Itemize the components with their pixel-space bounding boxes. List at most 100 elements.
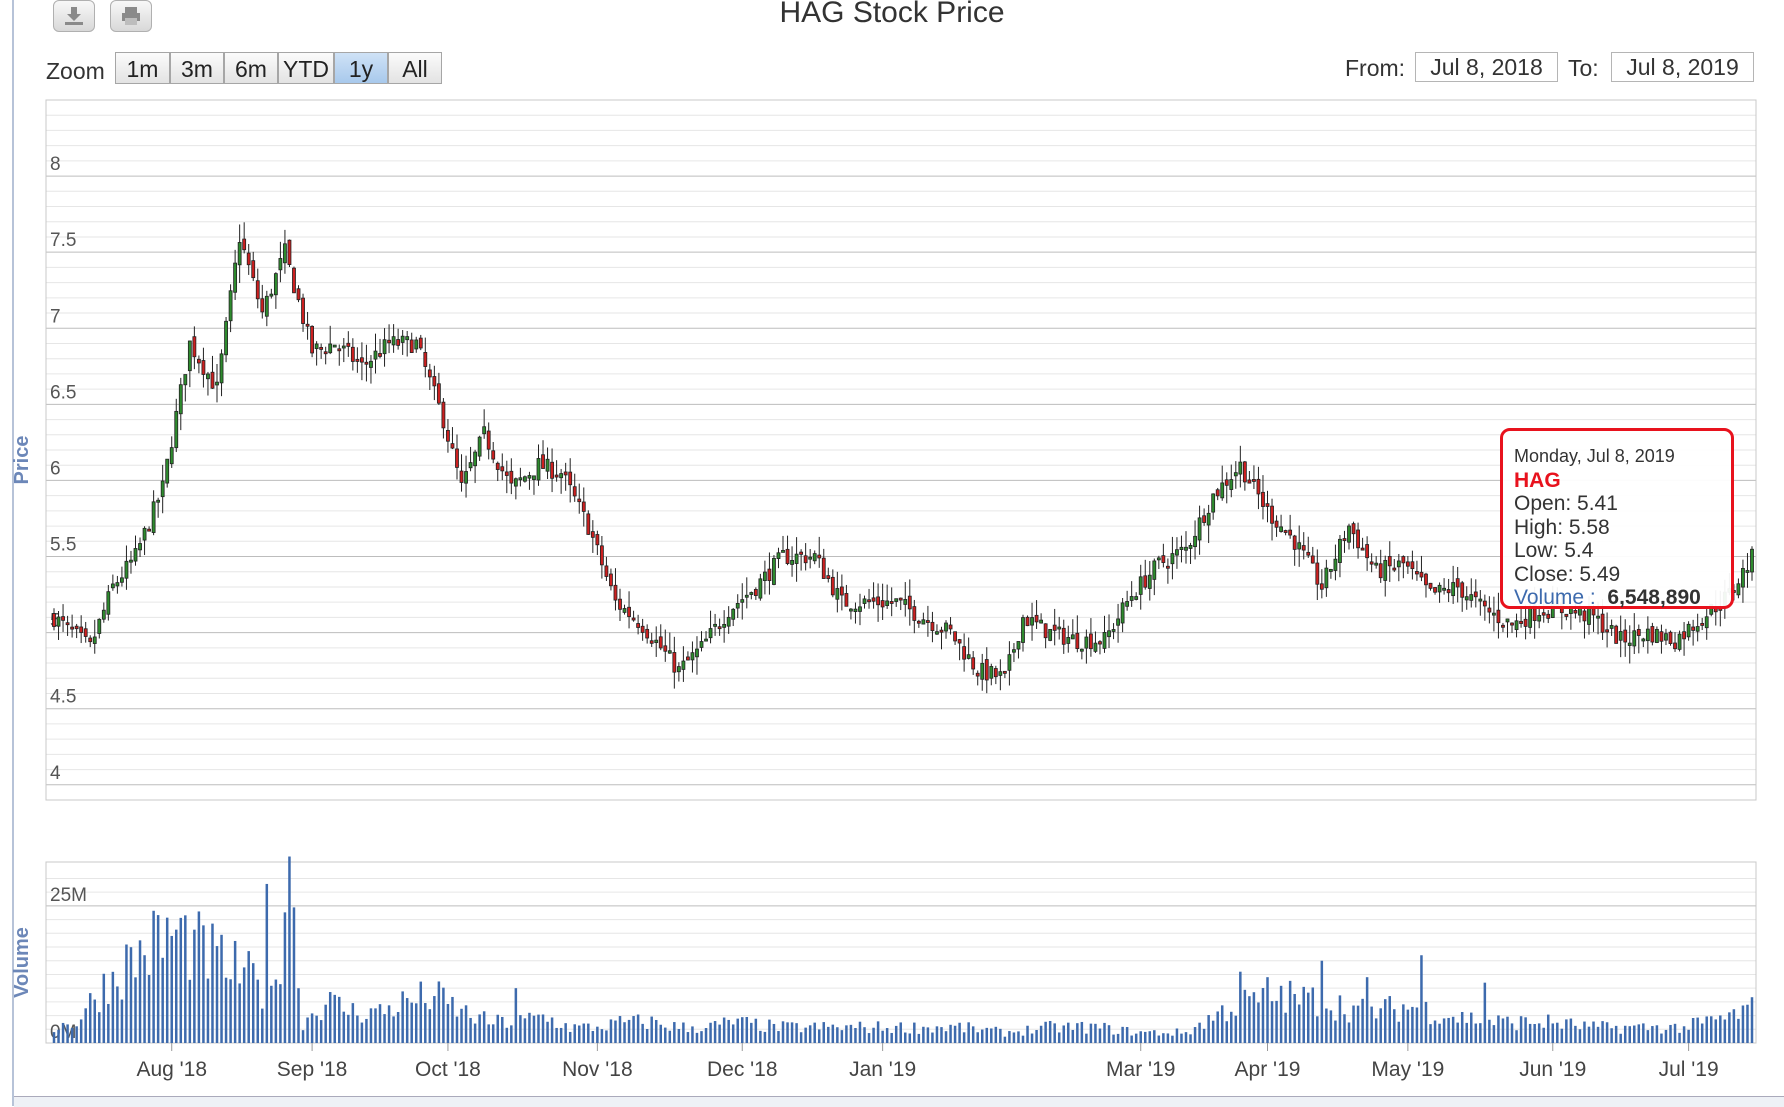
volume-bar	[1451, 1016, 1455, 1043]
volume-bar	[1134, 1033, 1138, 1043]
candle-up	[328, 343, 333, 354]
candle-down	[1482, 600, 1487, 607]
volume-bar	[1098, 1028, 1102, 1043]
volume-bar	[1343, 1014, 1346, 1043]
candle-down	[1283, 530, 1288, 533]
candle-up	[165, 458, 170, 484]
volume-bar	[759, 1030, 762, 1043]
candle-down	[1256, 478, 1261, 495]
volume-bar	[1719, 1015, 1722, 1043]
volume-bar	[1619, 1033, 1622, 1043]
volume-bar	[446, 1003, 450, 1043]
volume-bar	[1338, 995, 1342, 1043]
candle-down	[1252, 479, 1256, 482]
volume-bar	[1039, 1025, 1043, 1043]
candle-up	[731, 608, 736, 620]
candle-down	[821, 557, 826, 579]
volume-bar	[582, 1023, 586, 1043]
candle-down	[441, 401, 446, 429]
volume-bar	[1171, 1035, 1174, 1043]
candle-down	[1605, 629, 1610, 633]
volume-bar	[1546, 1014, 1550, 1043]
candle-up	[622, 608, 627, 613]
volume-bar	[338, 996, 341, 1043]
volume-bar	[641, 1023, 644, 1043]
volume-bar	[1248, 996, 1251, 1043]
volume-bar	[1220, 1005, 1224, 1043]
x-tick-label: Nov '18	[562, 1058, 633, 1081]
candle-down	[1546, 613, 1551, 619]
volume-bar	[1565, 1019, 1568, 1043]
volume-bar	[999, 1028, 1002, 1043]
volume-bar	[673, 1022, 676, 1043]
x-tick-label: Apr '19	[1235, 1058, 1301, 1081]
volume-bar	[478, 1014, 481, 1043]
candle-up	[1333, 558, 1338, 571]
candle-up	[473, 451, 478, 467]
volume-bar	[1596, 1026, 1600, 1043]
candle-up	[1279, 526, 1283, 532]
volume-bar	[1062, 1025, 1065, 1043]
candle-down	[830, 576, 835, 596]
candle-up	[1220, 482, 1225, 499]
volume-bar	[487, 1024, 490, 1043]
candle-down	[1659, 631, 1664, 642]
candle-down	[898, 597, 903, 601]
candle-up	[1156, 557, 1161, 561]
candle-up	[1492, 612, 1496, 616]
candle-down	[1025, 616, 1030, 627]
candle-up	[1193, 535, 1197, 548]
candle-up	[183, 374, 188, 386]
candle-down	[1270, 505, 1274, 524]
volume-bar	[184, 915, 187, 1043]
volume-bar	[577, 1025, 581, 1043]
candle-up	[160, 480, 165, 498]
volume-bar	[392, 1016, 395, 1043]
volume-bar	[1506, 1016, 1509, 1043]
volume-bar	[1067, 1022, 1070, 1043]
candle-up	[1396, 560, 1401, 568]
volume-bar	[1166, 1033, 1170, 1043]
candle-down	[799, 551, 804, 555]
candle-down	[1573, 610, 1578, 614]
volume-bar	[1483, 982, 1487, 1043]
price-tick-label: 7	[50, 306, 61, 327]
candle-down	[1410, 561, 1415, 570]
volume-bar	[971, 1026, 975, 1043]
volume-bar	[650, 1016, 653, 1043]
volume-bar	[1143, 1031, 1147, 1043]
volume-bar	[1651, 1026, 1654, 1043]
volume-bar	[510, 1025, 513, 1043]
candle-down	[61, 616, 65, 621]
volume-bar	[1130, 1035, 1133, 1043]
volume-bar	[1157, 1035, 1161, 1043]
volume-bar	[1556, 1022, 1559, 1043]
candle-down	[1242, 461, 1247, 483]
candle-down	[1306, 551, 1311, 556]
volume-bar	[70, 1027, 74, 1043]
volume-bar	[1216, 1011, 1219, 1043]
volume-bar	[1510, 1023, 1514, 1043]
candle-up	[749, 592, 754, 595]
candle-down	[586, 513, 591, 535]
volume-bar	[1574, 1025, 1577, 1043]
navigator-scrollbar[interactable]	[14, 1096, 1784, 1107]
volume-bar	[1633, 1025, 1636, 1043]
candle-up	[1079, 648, 1084, 652]
candle-down	[1165, 565, 1170, 569]
candle-up	[1084, 636, 1089, 649]
volume-bar	[876, 1021, 880, 1043]
volume-bar	[935, 1026, 939, 1043]
candle-up	[1741, 568, 1745, 588]
volume-bar	[1370, 1006, 1373, 1043]
volume-bar	[175, 929, 178, 1043]
candle-down	[826, 575, 831, 579]
candle-down	[1415, 571, 1419, 575]
candle-up	[382, 339, 387, 355]
volume-bar	[1057, 1032, 1061, 1043]
candle-down	[350, 346, 355, 362]
volume-bar	[1189, 1034, 1192, 1043]
volume-bar	[1682, 1026, 1686, 1043]
volume-bar	[632, 1016, 635, 1043]
candle-down	[1061, 627, 1066, 645]
